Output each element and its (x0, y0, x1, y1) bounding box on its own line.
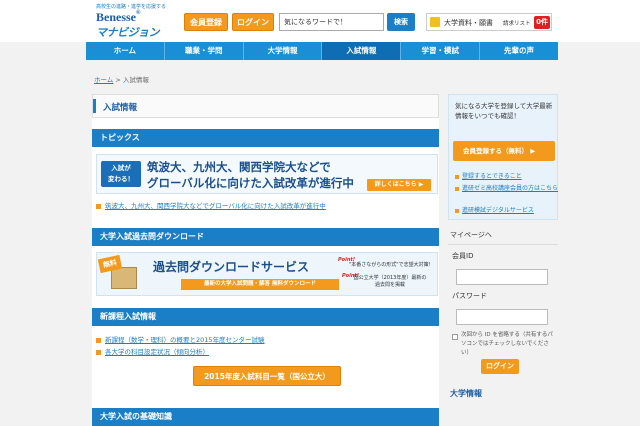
exam-change-badge: 入試が変わる！ (101, 161, 141, 187)
sidebar-login-button[interactable]: ログイン (481, 359, 519, 374)
login-button[interactable]: ログイン (232, 13, 274, 31)
member-promo-text: 気になる大学を登録して大学最新情報をいつでも確認！ (455, 102, 553, 120)
basics-heading: 大学入試の基礎知識 (92, 408, 439, 426)
sidebar-link-zemi[interactable]: 進研ゼミ高校講座会員の方はこちら (455, 183, 558, 192)
download-note-1: "本番さながらの形式"で志望大対策! (349, 262, 431, 268)
topics-banner[interactable]: 入試が変わる！ 筑波大、九州大、関西学院大などで グローバル化に向けた入試改革が… (96, 154, 438, 194)
bullet-icon (455, 208, 459, 213)
logo-brand[interactable]: Benesse® (96, 10, 140, 25)
sidebar: 気になる大学を登録して大学最新情報をいつでも確認！ 会員登録する（無料） ▶ 登… (448, 94, 558, 426)
logo-tagline: 高校生の進路・進学を応援する (96, 4, 167, 10)
banner-headline-1: 筑波大、九州大、関西学院大などで (147, 160, 331, 174)
nav-item-jobs[interactable]: 職業・学問 (165, 42, 244, 60)
details-button[interactable]: 詳しくはこちら ▶ (367, 179, 431, 191)
sidebar-link-text: 進研模試デジタルサービス (462, 207, 534, 214)
request-count-badge: 0件 (534, 16, 550, 29)
remember-id-text: 次回から ID を省略する（共有するパソコンではチェックしないでください） (461, 332, 553, 356)
search-button[interactable]: 検索 (387, 13, 415, 31)
topic-link-text: 筑波大、九州大、関西学院大などでグローバル化に向けた入試改革が進行中 (105, 202, 326, 210)
member-id-label: 会員ID (452, 252, 474, 260)
breadcrumb-separator: > (113, 76, 123, 84)
banner-headline-2: グローバル化に向けた入試改革が進行中 (147, 176, 354, 190)
nav-item-universities[interactable]: 大学情報 (244, 42, 323, 60)
search-input[interactable]: 気になるワードで！ (279, 13, 384, 31)
member-id-field[interactable] (456, 269, 548, 285)
university-info-heading: 大学情報 (450, 389, 482, 398)
book-icon (111, 267, 137, 289)
free-register-button[interactable]: 会員登録する（無料） ▶ (453, 141, 555, 161)
breadcrumb-home[interactable]: ホーム (94, 76, 113, 84)
nav-item-exams[interactable]: 入試情報 (322, 42, 402, 60)
bullet-icon (96, 203, 101, 209)
bullet-icon (96, 349, 101, 355)
password-label: パスワード (452, 292, 487, 300)
logo-brand-text: Benesse (96, 10, 136, 24)
topic-link[interactable]: 筑波大、九州大、関西学院大などでグローバル化に向けた入試改革が進行中 (96, 200, 326, 210)
download-note-2: 国公立大学（2013年度）最新の過去問を掲載 (353, 275, 427, 288)
main-content: 入試情報 トピックス 入試が変わる！ 筑波大、九州大、関西学院大などで グローバ… (92, 94, 439, 426)
page-title: 入試情報 (103, 103, 138, 113)
breadcrumb-current: 入試情報 (122, 76, 149, 84)
registered-mark: ® (136, 10, 141, 16)
download-service-title: 過去問ダウンロードサービス (153, 260, 310, 274)
request-list-label: 大学資料・願書 (444, 19, 493, 27)
topics-heading: トピックス (92, 129, 439, 147)
site-header: 高校生の進路・進学を応援する Benesse® マナビジョン 会員登録 ログイン… (0, 0, 640, 42)
remember-id-checkbox[interactable] (452, 334, 458, 340)
curriculum-link[interactable]: 各大学の科目設定状況（傾向分析） (96, 346, 209, 356)
curriculum-heading: 新課程入試情報 (92, 308, 439, 326)
nav-item-study[interactable]: 学習・模試 (401, 42, 481, 60)
request-list-sublabel: 請求リスト (503, 21, 531, 27)
bullet-icon (96, 337, 101, 343)
curriculum-link-text: 各大学の科目設定状況（傾向分析） (105, 348, 209, 356)
nav-item-home[interactable]: ホーム (86, 42, 165, 60)
request-list[interactable]: 大学資料・願書 請求リスト 0件 (426, 13, 552, 31)
login-form: 会員ID パスワード 次回から ID を省略する（共有するパソコンではチェックし… (448, 244, 558, 378)
curriculum-link[interactable]: 新課程（数学・理科）の概要と2015年度センター試験 (96, 334, 265, 344)
badge-line-2: 変わる！ (108, 175, 134, 183)
sidebar-link-text: 登録するとできること (462, 173, 522, 180)
password-field[interactable] (456, 309, 548, 325)
past-exams-heading: 大学入試過去問ダウンロード (92, 228, 439, 246)
logo-manavision[interactable]: マナビジョン (96, 24, 160, 40)
bullet-icon (455, 186, 459, 191)
mypage-label: マイページへ (450, 231, 492, 239)
sidebar-link-benefits[interactable]: 登録するとできること (455, 171, 522, 180)
page-title-box: 入試情報 (92, 94, 439, 118)
past-exams-banner[interactable]: 無料 過去問ダウンロードサービス 最新の大学入試問題・解答 無料ダウンロード P… (96, 252, 438, 296)
badge-line-1: 入試が (111, 164, 131, 172)
download-service-subtitle: 最新の大学入試問題・解答 無料ダウンロード (181, 279, 339, 290)
nav-item-seniors[interactable]: 先輩の声 (480, 42, 558, 60)
main-nav: ホーム 職業・学問 大学情報 入試情報 学習・模試 先輩の声 (86, 42, 558, 60)
member-promo-box: 気になる大学を登録して大学最新情報をいつでも確認！ 会員登録する（無料） ▶ 登… (448, 94, 558, 220)
request-count-suffix: 件 (540, 18, 548, 26)
breadcrumb: ホーム > 入試情報 (94, 74, 149, 84)
bullet-icon (455, 174, 459, 179)
title-accent-bar (93, 99, 96, 113)
subject-list-button[interactable]: 2015年度入試科目一覧（国公立大） (193, 366, 341, 386)
document-icon (430, 17, 440, 27)
curriculum-link-text: 新課程（数学・理科）の概要と2015年度センター試験 (105, 336, 265, 344)
sidebar-link-digital[interactable]: 進研模試デジタルサービス (455, 205, 534, 214)
sidebar-link-text: 進研ゼミ高校講座会員の方はこちら (462, 185, 559, 192)
register-button[interactable]: 会員登録 (184, 13, 228, 31)
